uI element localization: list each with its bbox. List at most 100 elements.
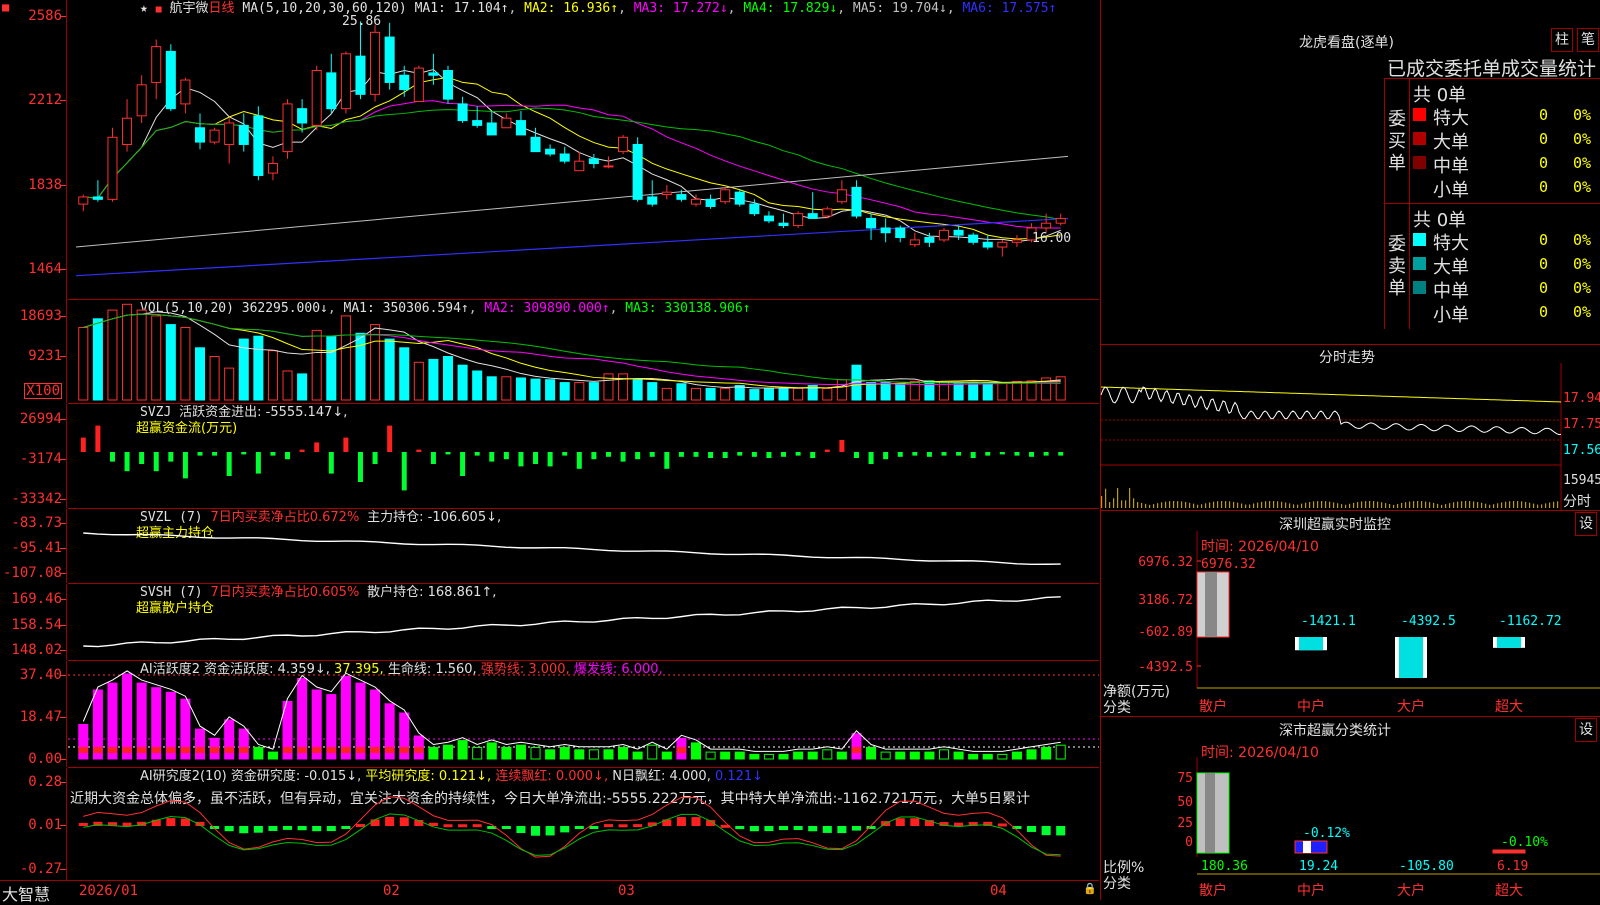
candle-body	[909, 239, 920, 246]
intraday-volume-bar	[1149, 504, 1151, 508]
intraday-volume-bar	[1513, 501, 1515, 508]
activity-base-mark	[93, 747, 103, 753]
candle-body	[822, 208, 833, 217]
intraday-volume-bar	[1373, 501, 1375, 508]
intraday-volume-bar	[1413, 501, 1415, 508]
dragon-title: 龙虎看盘(逐单)	[1299, 35, 1394, 51]
fund-flow-chart[interactable]	[68, 404, 1099, 508]
intraday-panel[interactable]: 分时走势 17.94 17.75 17.56 15945 分时	[1100, 345, 1600, 511]
intraday-volume-bar	[1121, 500, 1123, 508]
ai-activity-chart[interactable]	[68, 661, 1099, 767]
intraday-volume-bar	[1237, 502, 1239, 508]
research-bar	[501, 826, 511, 829]
fund-flow-bar	[95, 425, 101, 452]
classify-bar-inner	[1205, 773, 1215, 853]
fund-flow-bar	[664, 452, 670, 469]
classify-panel[interactable]: 深市超赢分类统计 设 时间: 2026/04/10 75 50 25 0 180.36 散…	[1100, 717, 1600, 900]
candlestick-chart[interactable]	[68, 0, 1099, 299]
svzl-panel[interactable]: SVZL (7) 7日内买卖净占比0.672% 主力持仓: -106.605↓,…	[68, 509, 1099, 584]
intraday-volume-bar	[1329, 501, 1331, 508]
activity-bar	[340, 675, 351, 760]
classify-top-label: -0.12%	[1303, 826, 1350, 841]
fund-flow-bar	[547, 452, 553, 467]
intraday-volume-bar	[1377, 501, 1379, 508]
intraday-volume-bar	[1161, 502, 1163, 508]
candle-body	[413, 67, 424, 103]
candle-body	[297, 108, 308, 124]
volume-bar	[938, 382, 950, 401]
ai2-axis: 0.28 0.01 -0.27	[0, 768, 67, 880]
intraday-volume-bar	[1229, 501, 1231, 508]
classify-tick: 75	[1177, 771, 1193, 786]
intraday-volume-bar	[1369, 501, 1371, 508]
order-percent: 0%	[1573, 255, 1592, 273]
intraday-volume-bar	[1189, 502, 1191, 508]
color-swatch	[1413, 132, 1426, 145]
fund-flow-bar	[460, 452, 466, 476]
intraday-volume-bar	[1269, 501, 1271, 508]
activity-base-mark	[210, 747, 220, 753]
research-bar	[355, 824, 365, 828]
intraday-volume-bar	[1153, 504, 1155, 508]
volume-chart[interactable]	[68, 300, 1099, 403]
intraday-volume-bar	[1421, 501, 1423, 508]
classify-category: 超大	[1495, 883, 1523, 899]
activity-bar	[661, 751, 672, 760]
intraday-chart[interactable]	[1100, 345, 1600, 510]
fund-flow-bar	[168, 452, 174, 462]
intraday-volume-bar	[1157, 503, 1159, 508]
bar-view-button[interactable]: 柱	[1551, 28, 1573, 52]
research-bar	[851, 826, 861, 831]
candle-body	[574, 160, 585, 172]
volume-bar	[953, 382, 964, 401]
tick-view-button[interactable]: 笔	[1577, 28, 1599, 52]
research-bar	[997, 823, 1007, 827]
intraday-volume-bar	[1245, 504, 1247, 508]
svzj-panel[interactable]: SVZJ 活跃资金进出: -5555.147↓, 超赢资金流(万元)	[68, 404, 1099, 509]
candle-body	[545, 148, 556, 155]
classify-bottom-label: 6.19	[1497, 859, 1528, 874]
fund-flow-bar	[285, 452, 291, 460]
volume-bar	[588, 382, 599, 401]
activity-bar	[705, 751, 716, 760]
ai-research-panel[interactable]: AI研究度2(10) 资金研究度: -0.015↓, 平均研究度: 0.121↓…	[68, 768, 1099, 880]
activity-bar	[647, 744, 658, 760]
ai-research-chart[interactable]	[68, 768, 1099, 880]
fund-flow-bar	[970, 452, 976, 458]
svsh-panel[interactable]: SVSH (7) 7日内买卖净占比0.605% 散户持仓: 168.861↑, …	[68, 584, 1099, 661]
fund-flow-bar	[1014, 452, 1020, 456]
candle-body	[311, 69, 322, 126]
order-type-label: 大单	[1433, 257, 1469, 278]
candle-body	[647, 196, 658, 205]
research-bar	[283, 826, 293, 830]
candle-body	[749, 203, 760, 215]
intraday-volume-bar	[1393, 504, 1395, 508]
monitor-panel[interactable]: 深圳超赢实时监控 设 时间: 2026/04/10 6976.32 3186.72…	[1100, 511, 1600, 717]
app-logo: 大智慧	[2, 885, 51, 904]
fund-flow-bar	[357, 452, 363, 482]
volume-bar	[501, 376, 512, 401]
order-volume: 0	[1539, 279, 1549, 297]
intraday-volume-bar	[1381, 502, 1383, 508]
order-type-label: 中单	[1433, 281, 1469, 302]
monitor-chart[interactable]: 6976.32 3186.72 -602.89 -4392.5 6976.32 散户 -14…	[1101, 511, 1600, 716]
dragon-panel: 龙虎看盘(逐单) 柱 笔 已成交委托单成交量统计 委买单 共 0单 特大 0 0% 大…	[1100, 0, 1600, 345]
ai-activity-panel[interactable]: AI活跃度2 资金活跃度: 4.359↓, 37.395, 生命线: 1.560…	[68, 661, 1099, 768]
candle-body	[559, 153, 570, 162]
retail-holding-line[interactable]	[68, 584, 1099, 660]
activity-bar	[997, 753, 1008, 760]
monitor-category: 散户	[1199, 698, 1227, 715]
lock-icon[interactable]: 🔒	[1083, 882, 1097, 895]
fund-flow-bar	[445, 452, 451, 455]
activity-bar	[924, 751, 935, 760]
volume-bar	[340, 315, 351, 401]
intraday-volume-bar	[1441, 504, 1443, 508]
fund-flow-bar	[182, 452, 188, 479]
classify-chart[interactable]: 75 50 25 0 180.36 散户 -0.12% 19.24 中户 -105.80 大户 -0.…	[1101, 717, 1600, 900]
intraday-volume-bar	[1165, 501, 1167, 508]
buy-side-label: 委买单	[1388, 109, 1406, 174]
candle-body	[122, 117, 133, 145]
volume-panel[interactable]: VOL(5,10,20) 362295.000↓, MA1: 350306.59…	[68, 300, 1099, 404]
main-holding-line[interactable]	[68, 509, 1099, 583]
kline-panel[interactable]: ★ ■ 航宇微日线 MA(5,10,20,30,60,120) MA1: 17.…	[68, 0, 1099, 300]
